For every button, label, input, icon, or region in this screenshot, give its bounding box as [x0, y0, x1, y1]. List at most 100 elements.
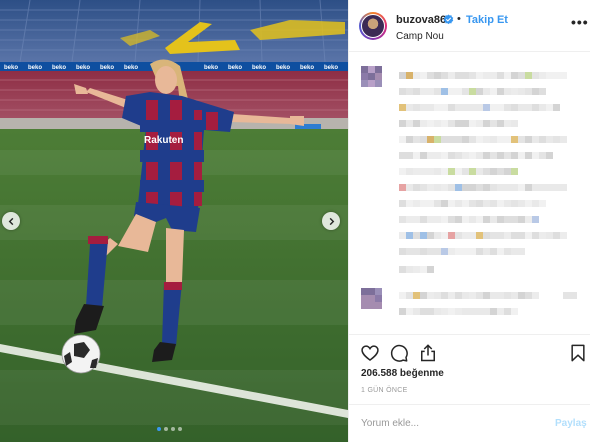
pixelated-block: [476, 248, 483, 255]
pixelated-block: [427, 308, 434, 315]
pixelated-block: [532, 88, 539, 95]
pixelated-block: [368, 66, 375, 73]
pixelated-block: [441, 136, 448, 143]
pixelated-block: [441, 248, 448, 255]
pixelated-block: [455, 120, 462, 127]
pixelated-block: [532, 72, 539, 79]
pixelated-block: [504, 152, 511, 159]
pixelated-block: [455, 232, 462, 239]
pixelated-block: [518, 104, 525, 111]
soccer-ball: [61, 334, 101, 374]
pixelated-block: [546, 72, 553, 79]
pixelated-block: [399, 200, 406, 207]
svg-text:beko: beko: [76, 65, 90, 71]
pixelated-block: [368, 73, 375, 80]
bookmark-icon[interactable]: [568, 343, 588, 363]
svg-text:beko: beko: [324, 65, 338, 71]
pixelated-block: [427, 168, 434, 175]
pixelated-block: [497, 104, 504, 111]
pixelated-block: [476, 104, 483, 111]
pixelated-block: [518, 292, 525, 299]
pixelated-block: [469, 292, 476, 299]
svg-text:beko: beko: [4, 65, 18, 71]
pixelated-block: [539, 232, 546, 239]
share-icon[interactable]: [418, 343, 438, 363]
post-timestamp[interactable]: 1 GÜN ÖNCE: [361, 387, 408, 394]
pixelated-block: [441, 184, 448, 191]
follow-button[interactable]: Takip Et: [466, 14, 508, 26]
pixelated-block: [469, 136, 476, 143]
pixelated-block: [406, 104, 413, 111]
pixelated-block: [532, 232, 539, 239]
pixelated-block: [511, 168, 518, 175]
pixelated-block: [375, 80, 382, 87]
pixelated-block: [406, 136, 413, 143]
pixelated-block: [511, 232, 518, 239]
comment-input[interactable]: [361, 415, 531, 431]
pixelated-block: [448, 72, 455, 79]
pixelated-block: [427, 120, 434, 127]
pixelated-block: [518, 200, 525, 207]
pixelated-block: [476, 168, 483, 175]
pixelated-block: [420, 266, 427, 273]
pixelated-block: [483, 152, 490, 159]
username-link[interactable]: buzova86: [396, 14, 446, 26]
pixelated-block: [455, 292, 462, 299]
pixelated-block: [420, 232, 427, 239]
pixelated-block: [462, 152, 469, 159]
pixelated-block: [476, 152, 483, 159]
pixelated-block: [497, 216, 504, 223]
like-count[interactable]: 206.588 beğenme: [361, 368, 444, 379]
pixelated-block: [511, 120, 518, 127]
post-comment-button[interactable]: Paylaş: [555, 418, 587, 429]
heart-icon[interactable]: [360, 343, 380, 363]
svg-text:beko: beko: [228, 65, 242, 71]
pixelated-block: [511, 136, 518, 143]
pixelated-block: [413, 152, 420, 159]
pixelated-block: [413, 216, 420, 223]
pixelated-block: [483, 88, 490, 95]
avatar[interactable]: [359, 12, 387, 40]
pixelated-block: [532, 200, 539, 207]
pixelated-block: [420, 120, 427, 127]
pixelated-block: [427, 104, 434, 111]
pixelated-block: [448, 216, 455, 223]
next-slide-button[interactable]: [322, 212, 340, 230]
pixelated-block: [504, 248, 511, 255]
pixelated-block: [539, 184, 546, 191]
pixelated-block: [525, 152, 532, 159]
pixelated-block: [455, 168, 462, 175]
pixelated-block: [476, 88, 483, 95]
pixelated-block: [525, 136, 532, 143]
pixelated-block: [413, 248, 420, 255]
pixelated-block: [490, 72, 497, 79]
pixelated-block: [518, 248, 525, 255]
pixelated-block: [483, 200, 490, 207]
pixelated-block: [525, 232, 532, 239]
pixelated-block: [413, 308, 420, 315]
chevron-left-icon: [8, 217, 13, 225]
pixelated-block: [525, 200, 532, 207]
previous-slide-button[interactable]: [2, 212, 20, 230]
pixelated-block: [413, 200, 420, 207]
pixelated-block: [441, 88, 448, 95]
pixelated-block: [532, 136, 539, 143]
more-options-button[interactable]: •••: [571, 14, 589, 30]
post-photo[interactable]: beko beko beko beko beko beko beko beko beko b…: [0, 0, 348, 442]
pixelated-block: [476, 308, 483, 315]
pixelated-block: [448, 308, 455, 315]
pixelated-block: [490, 200, 497, 207]
pixelated-block: [406, 72, 413, 79]
pixelated-block: [469, 184, 476, 191]
pixelated-block: [497, 72, 504, 79]
pixelated-block: [420, 200, 427, 207]
location-link[interactable]: Camp Nou: [396, 31, 444, 42]
pixelated-block: [455, 72, 462, 79]
pixelated-block: [483, 216, 490, 223]
svg-text:beko: beko: [204, 65, 218, 71]
pixelated-block: [427, 292, 434, 299]
speech-bubble-icon[interactable]: [389, 343, 409, 363]
pixelated-block: [427, 136, 434, 143]
pixelated-block: [518, 88, 525, 95]
pixelated-block: [511, 248, 518, 255]
